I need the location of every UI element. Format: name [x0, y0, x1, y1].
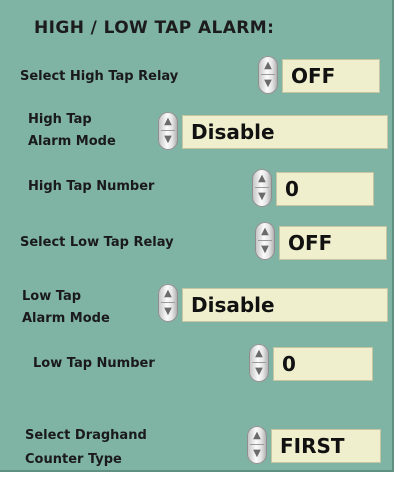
decrement-arrow-icon[interactable]: ▼ — [263, 77, 273, 91]
high-tap-alarm-mode-label-line2: Alarm Mode — [28, 134, 116, 149]
high-tap-relay-field[interactable]: OFF — [282, 59, 380, 93]
decrement-arrow-icon[interactable]: ▼ — [254, 365, 264, 379]
low-tap-alarm-mode-label-line2: Alarm Mode — [22, 311, 110, 326]
increment-arrow-icon[interactable]: ▲ — [257, 172, 267, 186]
low-tap-relay-spinner[interactable]: ▲ ▼ — [255, 222, 275, 260]
draghand-counter-type-label-line2: Counter Type — [25, 452, 122, 467]
high-tap-alarm-mode-spinner[interactable]: ▲ ▼ — [158, 112, 178, 150]
increment-arrow-icon[interactable]: ▲ — [263, 59, 273, 73]
low-tap-alarm-mode-field[interactable]: Disable — [182, 288, 388, 322]
high-tap-relay-spinner[interactable]: ▲ ▼ — [258, 56, 278, 94]
high-tap-alarm-mode-field[interactable]: Disable — [182, 115, 388, 149]
decrement-arrow-icon[interactable]: ▼ — [163, 133, 173, 147]
high-tap-number-field[interactable]: 0 — [276, 172, 374, 206]
high-tap-relay-label: Select High Tap Relay — [20, 69, 179, 84]
decrement-arrow-icon[interactable]: ▼ — [252, 447, 262, 461]
panel-title: HIGH / LOW TAP ALARM: — [34, 18, 275, 38]
draghand-counter-type-spinner[interactable]: ▲ ▼ — [247, 426, 267, 464]
increment-arrow-icon[interactable]: ▲ — [163, 115, 173, 129]
low-tap-number-spinner[interactable]: ▲ ▼ — [249, 344, 269, 382]
increment-arrow-icon[interactable]: ▲ — [252, 429, 262, 443]
draghand-counter-type-label-line1: Select Draghand — [25, 428, 147, 443]
increment-arrow-icon[interactable]: ▲ — [163, 287, 173, 301]
low-tap-alarm-mode-spinner[interactable]: ▲ ▼ — [158, 284, 178, 322]
low-tap-relay-label: Select Low Tap Relay — [20, 235, 174, 250]
increment-arrow-icon[interactable]: ▲ — [254, 347, 264, 361]
high-tap-alarm-mode-label-line1: High Tap — [28, 112, 92, 127]
high-tap-number-label: High Tap Number — [28, 179, 155, 194]
high-low-tap-alarm-panel: HIGH / LOW TAP ALARM: Select High Tap Re… — [0, 0, 394, 472]
low-tap-relay-field[interactable]: OFF — [279, 226, 387, 260]
low-tap-number-label: Low Tap Number — [33, 356, 155, 371]
decrement-arrow-icon[interactable]: ▼ — [257, 190, 267, 204]
low-tap-number-field[interactable]: 0 — [273, 347, 373, 381]
decrement-arrow-icon[interactable]: ▼ — [260, 243, 270, 257]
draghand-counter-type-field[interactable]: FIRST — [271, 429, 381, 463]
decrement-arrow-icon[interactable]: ▼ — [163, 305, 173, 319]
high-tap-number-spinner[interactable]: ▲ ▼ — [252, 169, 272, 207]
increment-arrow-icon[interactable]: ▲ — [260, 225, 270, 239]
low-tap-alarm-mode-label-line1: Low Tap — [22, 289, 82, 304]
